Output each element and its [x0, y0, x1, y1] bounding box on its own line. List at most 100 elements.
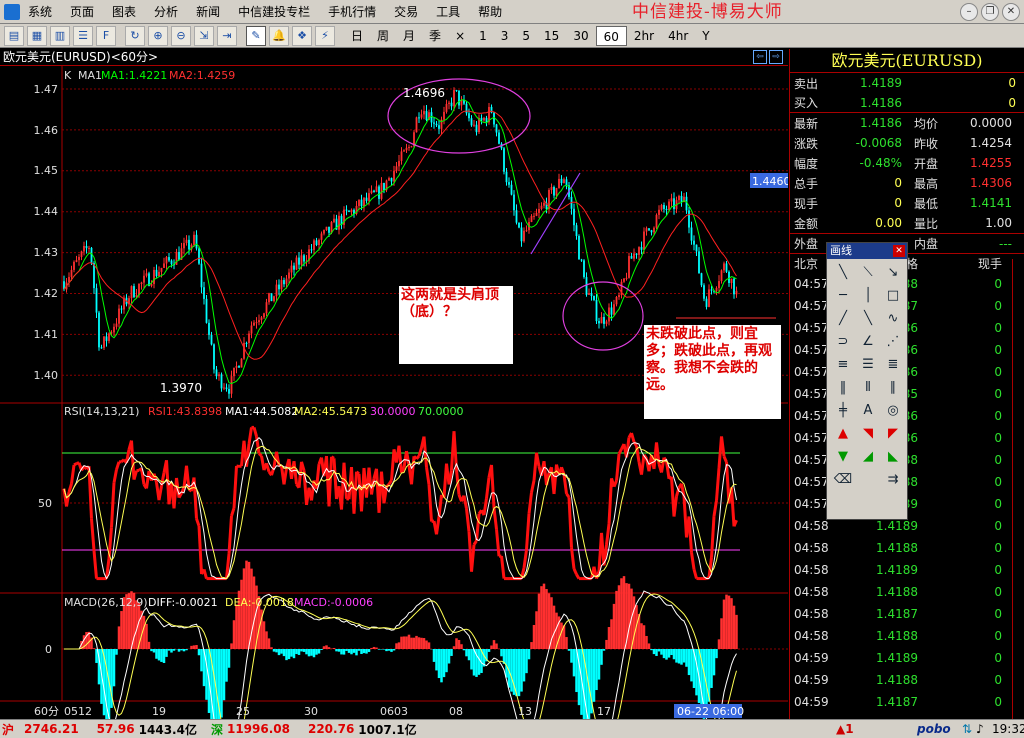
lightning-icon[interactable]: ⚡	[315, 25, 335, 46]
indicator-icon[interactable]: ❖	[292, 25, 312, 46]
period-day[interactable]: 日	[344, 26, 370, 46]
zoom-in-icon[interactable]: ⊕	[148, 25, 168, 46]
next-icon[interactable]: ⇨	[769, 50, 783, 64]
menu-chart[interactable]: 图表	[103, 0, 145, 24]
period-month[interactable]: 月	[396, 26, 422, 46]
export-icon[interactable]: ⇲	[194, 25, 214, 46]
candle-body	[705, 298, 708, 307]
refresh-icon[interactable]: ↻	[125, 25, 145, 46]
period-5[interactable]: 5	[515, 26, 537, 46]
arrow-downleft-icon[interactable]: ◣	[881, 446, 905, 468]
up-line-icon[interactable]: ╱	[831, 308, 855, 330]
menu-trade[interactable]: 交易	[385, 0, 427, 24]
menu-analysis[interactable]: 分析	[145, 0, 187, 24]
cross-icon[interactable]: ╪	[831, 400, 855, 422]
candle-body	[105, 336, 108, 341]
period-1[interactable]: 1	[472, 26, 494, 46]
prev-close-label: 昨收	[914, 136, 939, 151]
menu-mobile-quotes[interactable]: 手机行情	[319, 0, 385, 24]
channel-icon[interactable]: ≡	[831, 354, 855, 376]
f10-icon[interactable]: F	[96, 25, 116, 46]
cycle-icon[interactable]: ∥	[881, 377, 905, 399]
draw-line-icon[interactable]: ✎	[246, 25, 266, 46]
candle-body	[310, 249, 313, 251]
period-30[interactable]: 30	[566, 26, 595, 46]
period-60[interactable]: 60	[595, 25, 627, 46]
candle-body	[580, 259, 583, 261]
network-icon[interactable]: ⇅	[962, 722, 972, 736]
curve-icon[interactable]: ∿	[881, 308, 905, 330]
ray-icon[interactable]: ⟍	[856, 262, 880, 284]
gann-icon[interactable]: ≣	[881, 354, 905, 376]
eraser-icon[interactable]: ⌫	[831, 469, 855, 491]
delete-lines-icon[interactable]: ⇉	[881, 469, 905, 491]
candle-body	[648, 228, 650, 231]
palette-close-icon[interactable]: ✕	[893, 245, 905, 257]
rsi-segment	[565, 492, 571, 499]
speaker-icon[interactable]: ♪	[976, 722, 984, 736]
text-icon[interactable]: A	[856, 400, 880, 422]
period-2hr[interactable]: 2hr	[627, 26, 661, 46]
extended-line-icon[interactable]: ↘	[881, 262, 905, 284]
menu-tools[interactable]: 工具	[427, 0, 469, 24]
x-label-0512: 0512	[64, 705, 92, 718]
ticks-scrollbar[interactable]	[1012, 259, 1024, 719]
menu-news[interactable]: 新闻	[187, 0, 229, 24]
bottom-ellipse[interactable]	[562, 281, 644, 351]
y-tick-143: 1.43	[34, 246, 59, 259]
minimize-icon[interactable]: –	[960, 3, 978, 21]
period-week[interactable]: 周	[370, 26, 396, 46]
note-head-shoulders[interactable]: 这两就是头肩顶（底）？	[399, 286, 513, 364]
arc-icon[interactable]: ⊃	[831, 331, 855, 353]
prev-icon[interactable]: ⇦	[753, 50, 767, 64]
avg-value: 0.0000	[970, 116, 1012, 130]
zoom-out-icon[interactable]: ⊖	[171, 25, 191, 46]
candle-body	[443, 111, 445, 120]
menu-page[interactable]: 页面	[61, 0, 103, 24]
menu-citic-column[interactable]: 中信建投专栏	[229, 0, 319, 24]
grid-icon[interactable]: ▦	[27, 25, 47, 46]
period-3[interactable]: 3	[494, 26, 516, 46]
alert-bell-icon[interactable]: 🔔	[269, 25, 289, 46]
rectangle-icon[interactable]: □	[881, 285, 905, 307]
fib-time-icon[interactable]: ⦀	[856, 377, 880, 399]
import-icon[interactable]: ⇥	[217, 25, 237, 46]
rsi-segment	[660, 457, 666, 473]
restore-icon[interactable]: ❐	[981, 3, 999, 21]
tick-volume: 0	[994, 409, 1002, 423]
arrow-upright-icon[interactable]: ◥	[856, 423, 880, 445]
period-quarter[interactable]: 季	[422, 26, 448, 46]
quote-list-icon[interactable]: ▤	[4, 25, 24, 46]
stamp-icon[interactable]: ◎	[881, 400, 905, 422]
vol-ratio-value: 1.00	[985, 216, 1012, 230]
alert-indicator[interactable]: ▲1	[836, 722, 854, 736]
arrow-down-icon[interactable]: ▼	[831, 446, 855, 468]
candle-body	[595, 299, 598, 322]
hline-icon[interactable]: ─	[831, 285, 855, 307]
vline-icon[interactable]: │	[856, 285, 880, 307]
arrow-up-icon[interactable]: ▲	[831, 423, 855, 445]
line-segment-icon[interactable]: ╲	[831, 262, 855, 284]
candle-body	[258, 320, 260, 323]
period-close[interactable]: ×	[448, 26, 472, 46]
period-15[interactable]: 15	[537, 26, 566, 46]
detail-icon[interactable]: ☰	[73, 25, 93, 46]
period-4hr[interactable]: 4hr	[661, 26, 695, 46]
close-icon[interactable]: ✕	[1002, 3, 1020, 21]
angle-icon[interactable]: ∠	[856, 331, 880, 353]
candle-body	[508, 182, 510, 185]
multi-chart-icon[interactable]: ▥	[50, 25, 70, 46]
down-line-icon[interactable]: ╲	[856, 308, 880, 330]
palette-titlebar[interactable]: 画线 ✕	[827, 243, 907, 259]
fib-icon[interactable]: ☰	[856, 354, 880, 376]
app-logo-icon[interactable]	[4, 4, 20, 20]
note-support[interactable]: 未跌破此点，则宜多；跌破此点，再观察。我想不会跌的远。	[644, 325, 781, 419]
fan-icon[interactable]: ⋰	[881, 331, 905, 353]
prev-close-value: 1.4254	[970, 136, 1012, 150]
period-y[interactable]: Y	[695, 26, 716, 46]
arrow-downright-icon[interactable]: ◢	[856, 446, 880, 468]
trend-line[interactable]	[530, 172, 581, 255]
arrow-upleft-icon[interactable]: ◤	[881, 423, 905, 445]
period-lines-icon[interactable]: ‖	[831, 377, 855, 399]
menu-help[interactable]: 帮助	[469, 0, 511, 24]
